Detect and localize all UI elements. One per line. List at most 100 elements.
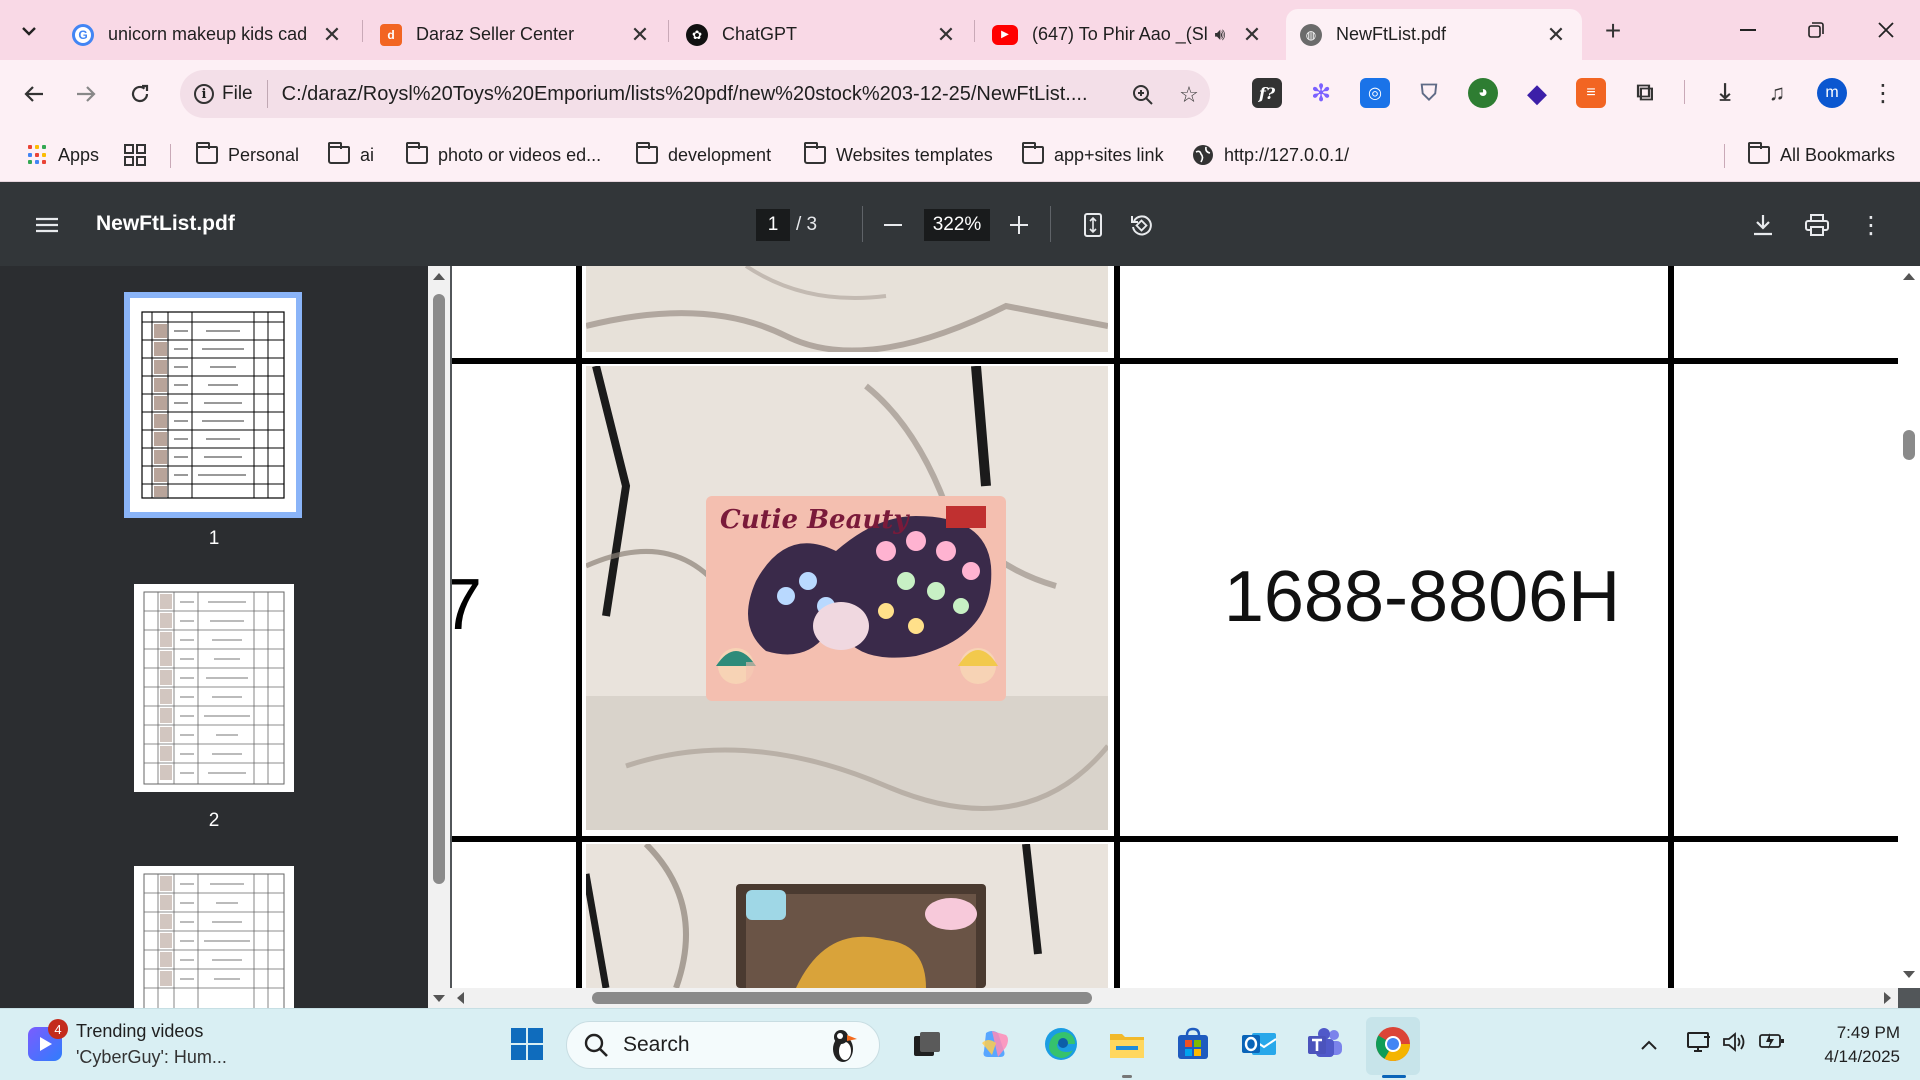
task-view-icon[interactable]: [906, 1023, 948, 1065]
close-icon[interactable]: ✕: [628, 22, 652, 47]
thumbnail-label: 2: [208, 810, 220, 831]
table-row-divider: [452, 358, 1920, 364]
address-bar[interactable]: i File C:/daraz/Roysl%20Toys%20Emporium/…: [180, 70, 1210, 118]
tab-search-button[interactable]: [10, 12, 48, 50]
bookmark-apps[interactable]: Apps: [28, 141, 99, 169]
fit-page-icon: [1084, 213, 1102, 237]
close-icon[interactable]: ✕: [934, 22, 958, 47]
bookmark-folder-ai[interactable]: ai: [328, 141, 374, 169]
file-explorer-icon[interactable]: [1106, 1023, 1148, 1065]
edge-browser-icon[interactable]: [1040, 1023, 1082, 1065]
clock-date: 4/14/2025: [1824, 1047, 1900, 1066]
volume-icon[interactable]: [1722, 1031, 1748, 1059]
bookmark-folder-photo-videos[interactable]: photo or videos ed...: [406, 141, 601, 169]
page-number-input[interactable]: 1: [756, 209, 790, 241]
globe-extension-icon[interactable]: ◕: [1468, 78, 1498, 108]
tab-chatgpt[interactable]: ✿ ChatGPT ✕: [672, 9, 972, 60]
bookmark-folder-app-sites[interactable]: app+sites link: [1022, 141, 1164, 169]
chevron-up-icon[interactable]: [1640, 1031, 1658, 1057]
tab-groups-icon: [124, 144, 146, 166]
widget-title[interactable]: Trending videos: [76, 1021, 203, 1042]
thumbnail-page-1[interactable]: [124, 292, 302, 518]
chat-extension-icon[interactable]: ◎: [1360, 78, 1390, 108]
url-text[interactable]: C:/daraz/Roysl%20Toys%20Emporium/lists%2…: [282, 83, 1172, 106]
widget-subtitle[interactable]: 'CyberGuy': Hum...: [76, 1047, 227, 1068]
outlook-icon[interactable]: [1238, 1023, 1280, 1065]
bookmark-folder-personal[interactable]: Personal: [196, 141, 299, 169]
bookmark-folder-development[interactable]: development: [636, 141, 771, 169]
sidebar-menu-icon[interactable]: [30, 208, 64, 242]
close-icon: [1878, 22, 1894, 38]
table-column-divider: [576, 266, 582, 988]
fit-to-page-button[interactable]: [1076, 208, 1110, 242]
thumbnail-sidebar: 1 2: [0, 266, 428, 1008]
tab-title: (647) To Phir Aao _(Sl: [1032, 24, 1208, 44]
product-photo-prev: [586, 266, 1108, 352]
close-icon[interactable]: ✕: [1240, 22, 1264, 47]
shield-icon[interactable]: ⛉: [1414, 78, 1444, 108]
copilot-icon[interactable]: [974, 1023, 1016, 1065]
microsoft-store-icon[interactable]: [1172, 1023, 1214, 1065]
thumbnail-page-3[interactable]: [134, 866, 294, 1008]
thumbnail-page-2[interactable]: [134, 584, 294, 792]
download-icon[interactable]: ⤓: [1710, 78, 1740, 108]
taskbar-search[interactable]: Search: [566, 1021, 880, 1069]
gear-extension-icon[interactable]: ✻: [1306, 78, 1336, 108]
more-vertical-icon[interactable]: ⋮: [1854, 208, 1888, 242]
zoom-in-button[interactable]: [1002, 208, 1036, 242]
document-vertical-scrollbar[interactable]: [1898, 266, 1920, 988]
restore-button[interactable]: [1796, 12, 1836, 48]
tab-daraz[interactable]: d Daraz Seller Center ✕: [366, 9, 666, 60]
tab-google-search[interactable]: G unicorn makeup kids cad ✕: [58, 9, 358, 60]
bookmark-localhost[interactable]: http://127.0.0.1/: [1192, 141, 1349, 169]
battery-icon[interactable]: [1758, 1031, 1786, 1057]
running-indicator: [1122, 1075, 1132, 1078]
close-icon[interactable]: ✕: [1544, 22, 1568, 47]
all-bookmarks-button[interactable]: All Bookmarks: [1748, 141, 1895, 169]
network-icon[interactable]: [1686, 1031, 1712, 1059]
document-horizontal-scrollbar[interactable]: [450, 988, 1898, 1008]
more-vertical-icon[interactable]: ⋮: [1868, 76, 1898, 110]
tab-newftlist-pdf[interactable]: ◍ NewFtList.pdf ✕: [1286, 9, 1582, 60]
browser-toolbar: i File C:/daraz/Roysl%20Toys%20Emporium/…: [0, 60, 1920, 128]
sidebar-scrollbar[interactable]: [428, 266, 450, 1008]
page-preview: [143, 591, 285, 785]
rotate-button[interactable]: [1124, 208, 1158, 242]
pdf-filename: NewFtList.pdf: [96, 212, 235, 235]
speaker-icon[interactable]: 🔊︎: [1208, 23, 1232, 47]
close-icon[interactable]: ✕: [320, 22, 344, 47]
tab-groups-button[interactable]: [124, 141, 146, 169]
tab-youtube[interactable]: ▶ (647) To Phir Aao _(Sl 🔊︎ ✕: [978, 9, 1278, 60]
zoom-out-button[interactable]: [876, 208, 910, 242]
avatar[interactable]: m: [1817, 78, 1847, 108]
print-button[interactable]: [1800, 208, 1834, 242]
forward-button[interactable]: [66, 74, 106, 114]
plus-icon: [1010, 216, 1028, 234]
close-window-button[interactable]: [1866, 12, 1906, 48]
download-pdf-button[interactable]: [1746, 208, 1780, 242]
apps-grid-icon: [28, 145, 48, 165]
new-tab-button[interactable]: +: [1596, 14, 1630, 48]
pdf-document-area[interactable]: Cutie Beauty 7 1688-8806H: [428, 266, 1920, 1008]
zoom-level-input[interactable]: 322%: [924, 209, 990, 241]
formula-extension-icon[interactable]: f?: [1252, 78, 1282, 108]
folder-icon: [1748, 142, 1770, 164]
windows-start-icon[interactable]: [506, 1023, 548, 1065]
daraz-icon: d: [380, 23, 402, 46]
reload-button[interactable]: [120, 74, 160, 114]
teams-icon[interactable]: [1304, 1023, 1346, 1065]
chrome-icon[interactable]: [1372, 1023, 1414, 1065]
media-control-icon[interactable]: ♫: [1762, 78, 1792, 108]
slides-extension-icon[interactable]: ≡: [1576, 78, 1606, 108]
zoom-icon[interactable]: [1128, 80, 1158, 110]
site-info-chip[interactable]: i File: [194, 83, 253, 105]
system-clock[interactable]: 7:49 PM 4/14/2025: [1800, 1021, 1900, 1069]
minimize-button[interactable]: [1728, 12, 1768, 48]
back-button[interactable]: [14, 74, 54, 114]
all-bookmarks-label: All Bookmarks: [1780, 144, 1896, 165]
search-icon: [584, 1033, 608, 1057]
bookmark-folder-websites-templates[interactable]: Websites templates: [804, 141, 993, 169]
diamond-extension-icon[interactable]: ◆: [1522, 78, 1552, 108]
puzzle-icon[interactable]: ⧉: [1630, 78, 1660, 108]
bookmark-star-icon[interactable]: ☆: [1174, 80, 1204, 110]
